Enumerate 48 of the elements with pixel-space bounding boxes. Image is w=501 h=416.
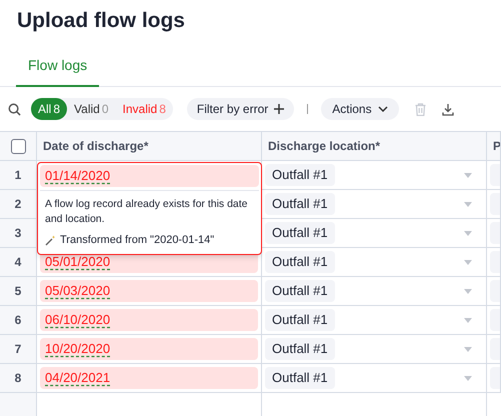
caret-down-icon <box>464 376 472 380</box>
row-number: 4 <box>14 254 22 271</box>
filter-tab[interactable]: Valid 0 <box>67 98 116 120</box>
column-header: Date of discharge* <box>43 138 148 155</box>
row-number: 5 <box>14 283 22 300</box>
actions-button[interactable]: Actions <box>321 98 399 120</box>
caret-down-icon <box>464 318 472 322</box>
location-dropdown[interactable]: Outfall #1 <box>265 338 335 360</box>
select-all-checkbox[interactable] <box>10 138 26 154</box>
caret-down-icon <box>464 172 472 178</box>
caret-down-icon <box>464 260 472 264</box>
cell-field[interactable] <box>490 193 500 215</box>
location-dropdown[interactable]: Outfall #1 <box>265 309 335 331</box>
page-title: Upload flow logs <box>16 8 186 34</box>
download-icon[interactable] <box>442 102 454 116</box>
caret-down-icon <box>464 288 472 294</box>
cell-field[interactable] <box>490 367 500 389</box>
location-dropdown[interactable]: Outfall #1 <box>265 251 335 273</box>
row-number: 7 <box>14 341 22 358</box>
location-dropdown[interactable]: Outfall #1 <box>265 193 335 215</box>
column-header: Discharge location* <box>268 138 380 155</box>
cell-field[interactable] <box>490 222 500 244</box>
row-number: 8 <box>14 370 22 387</box>
chevron-down-icon <box>378 106 388 112</box>
cell-field[interactable] <box>490 164 500 186</box>
transform-note: Transformed from "2020-01-14" <box>60 233 214 248</box>
filter-by-error-button[interactable]: Filter by error <box>186 98 294 120</box>
location-dropdown[interactable]: Outfall #1 <box>265 164 335 186</box>
cell-field[interactable] <box>490 309 500 331</box>
error-message: A flow log record already exists for this date and location. <box>45 197 249 227</box>
caret-down-icon <box>464 230 472 236</box>
row-number: 1 <box>14 167 22 184</box>
row-number: 2 <box>14 196 22 213</box>
location-dropdown[interactable]: Outfall #1 <box>265 280 335 302</box>
plus-icon <box>274 104 284 114</box>
magic-wand-icon <box>45 234 56 246</box>
row-number: 3 <box>14 225 22 242</box>
location-dropdown[interactable]: Outfall #1 <box>265 367 335 389</box>
cell-field[interactable] <box>490 338 500 360</box>
caret-down-icon <box>464 346 472 352</box>
search-icon[interactable] <box>8 102 21 116</box>
row-number: 6 <box>14 312 22 329</box>
tab[interactable]: Flow logs <box>16 52 100 87</box>
cell-field[interactable] <box>490 251 500 273</box>
filter-tab[interactable]: All 8 <box>31 98 68 120</box>
caret-down-icon <box>464 202 472 206</box>
location-dropdown[interactable]: Outfall #1 <box>265 222 335 244</box>
cell-field[interactable] <box>490 280 500 302</box>
